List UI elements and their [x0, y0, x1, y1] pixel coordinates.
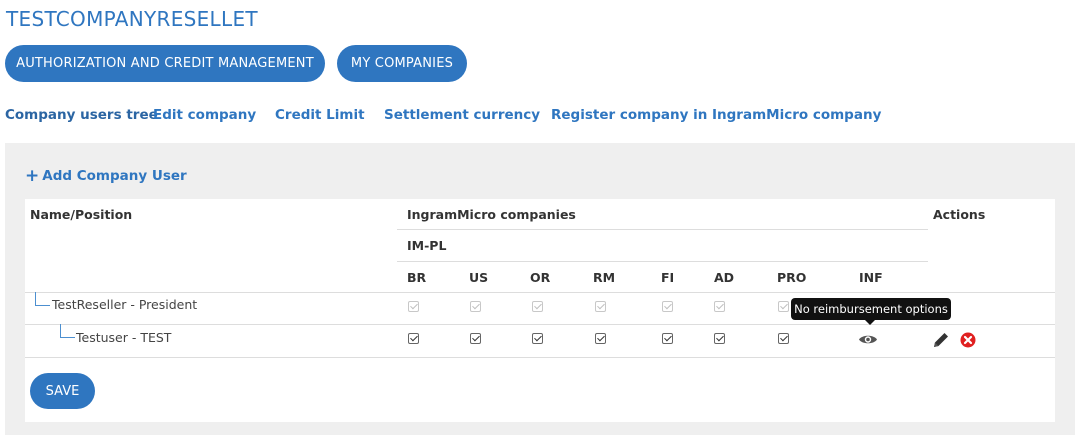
plus-icon: + — [25, 166, 40, 186]
row-divider — [25, 292, 1055, 293]
header-im-pl: IM-PL — [407, 238, 447, 253]
header-ingrammicro-companies: IngramMicro companies — [407, 207, 576, 222]
col-header-rm: RM — [593, 270, 616, 285]
checkbox-pro[interactable] — [778, 333, 789, 344]
my-companies-button[interactable]: MY COMPANIES — [337, 45, 467, 82]
tab-settlement-currency[interactable]: Settlement currency — [384, 107, 540, 123]
save-button[interactable]: SAVE — [30, 373, 95, 409]
checkbox-fi-disabled — [662, 301, 673, 312]
checkbox-fi[interactable] — [662, 333, 673, 344]
header-actions: Actions — [933, 207, 986, 222]
checkbox-br[interactable] — [408, 333, 419, 344]
checkbox-pro-disabled — [778, 301, 789, 312]
tab-edit-company[interactable]: Edit company — [153, 107, 256, 123]
checkbox-ad-disabled — [714, 301, 725, 312]
col-header-inf: INF — [859, 270, 883, 285]
checkbox-ad[interactable] — [714, 333, 725, 344]
checkbox-us-disabled — [470, 301, 481, 312]
eye-icon[interactable] — [858, 333, 878, 346]
company-title: TESTCOMPANYRESELLET — [6, 7, 258, 31]
tab-credit-limit[interactable]: Credit Limit — [275, 107, 365, 123]
col-header-or: OR — [530, 270, 551, 285]
user-row-name: Testuser - TEST — [76, 330, 172, 345]
auth-credit-management-button[interactable]: AUTHORIZATION AND CREDIT MANAGEMENT — [5, 45, 325, 82]
checkbox-or[interactable] — [532, 333, 543, 344]
col-header-fi: FI — [661, 270, 675, 285]
checkbox-or-disabled — [532, 301, 543, 312]
checkbox-us[interactable] — [470, 333, 481, 344]
add-user-label: Add Company User — [42, 168, 187, 184]
tab-company-users-tree[interactable]: Company users tree — [5, 107, 158, 123]
col-header-br: BR — [407, 270, 427, 285]
col-header-us: US — [469, 270, 489, 285]
tree-connector — [60, 324, 75, 338]
row-divider — [25, 357, 1055, 358]
checkbox-rm-disabled — [595, 301, 606, 312]
col-header-pro: PRO — [777, 270, 807, 285]
row-divider — [25, 324, 1055, 325]
col-header-ad: AD — [714, 270, 735, 285]
pencil-icon[interactable] — [932, 331, 950, 349]
header-name-position: Name/Position — [30, 207, 133, 222]
tree-connector — [35, 292, 50, 306]
user-row-name: TestReseller - President — [52, 297, 198, 312]
add-company-user-link[interactable]: + Add Company User — [25, 165, 187, 186]
tooltip: No reimbursement options — [791, 298, 951, 325]
tab-register-company[interactable]: Register company in IngramMicro company — [551, 107, 881, 123]
header-divider — [397, 229, 928, 230]
company-users-panel: + Add Company User Name/Position IngramMi… — [5, 143, 1075, 435]
delete-circle-icon[interactable] — [960, 332, 976, 348]
checkbox-br-disabled — [408, 301, 419, 312]
checkbox-rm[interactable] — [595, 333, 606, 344]
header-divider — [397, 261, 928, 262]
